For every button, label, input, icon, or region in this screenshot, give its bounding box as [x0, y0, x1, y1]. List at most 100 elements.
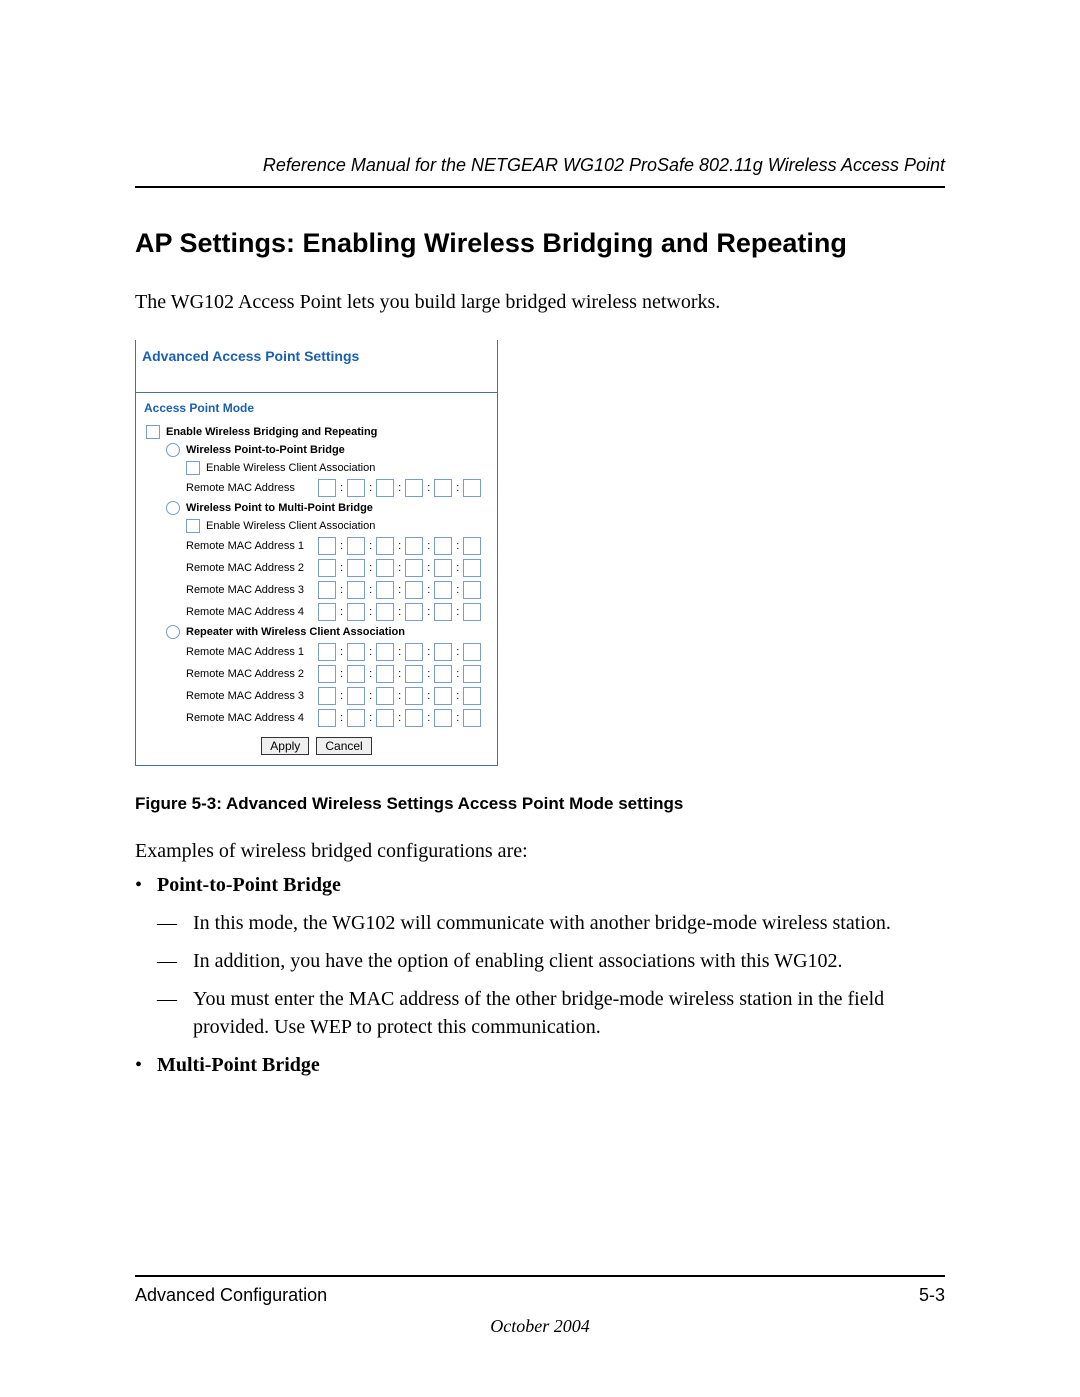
mac-label: Remote MAC Address 3: [186, 690, 314, 702]
mac-label: Remote MAC Address 4: [186, 712, 314, 724]
ptmp-enable-client-label: Enable Wireless Client Association: [206, 520, 375, 532]
mac-input[interactable]: [463, 537, 481, 555]
mac-input[interactable]: [463, 643, 481, 661]
mac-input[interactable]: [347, 643, 365, 661]
repeater-mac-row-2: Remote MAC Address 2 : : : : :: [144, 665, 489, 683]
ptp-enable-client-checkbox[interactable]: [186, 461, 200, 475]
ptp-enable-client-label: Enable Wireless Client Association: [206, 462, 375, 474]
section-intro: The WG102 Access Point lets you build la…: [135, 289, 945, 316]
bullet-ptp-heading: Point-to-Point Bridge: [157, 874, 341, 896]
mac-input[interactable]: [318, 603, 336, 621]
mac-input[interactable]: [463, 479, 481, 497]
ptmp-mac-row-4: Remote MAC Address 4 : : : : :: [144, 603, 489, 621]
section-heading: AP Settings: Enabling Wireless Bridging …: [135, 228, 945, 259]
mac-input[interactable]: [347, 479, 365, 497]
mac-input[interactable]: [347, 665, 365, 683]
mac-label: Remote MAC Address 2: [186, 562, 314, 574]
mac-input[interactable]: [434, 559, 452, 577]
ptp-mac-label: Remote MAC Address: [186, 482, 314, 494]
mac-input[interactable]: [376, 709, 394, 727]
mac-input[interactable]: [405, 559, 423, 577]
mac-input[interactable]: [434, 709, 452, 727]
mac-input[interactable]: [318, 479, 336, 497]
ptmp-enable-client-checkbox[interactable]: [186, 519, 200, 533]
page-header: Reference Manual for the NETGEAR WG102 P…: [135, 155, 945, 188]
mac-input[interactable]: [376, 581, 394, 599]
mac-input[interactable]: [463, 665, 481, 683]
bullet-mpb: Multi-Point Bridge: [157, 1051, 945, 1079]
mac-input[interactable]: [405, 665, 423, 683]
mac-input[interactable]: [463, 687, 481, 705]
mac-input[interactable]: [434, 581, 452, 599]
footer-left: Advanced Configuration: [135, 1285, 327, 1306]
enable-bridging-checkbox[interactable]: [146, 425, 160, 439]
mac-input[interactable]: [376, 479, 394, 497]
mac-input[interactable]: [434, 479, 452, 497]
mac-label: Remote MAC Address 2: [186, 668, 314, 680]
ptp-mac-row: Remote MAC Address : : : : :: [144, 479, 489, 497]
mac-input[interactable]: [318, 709, 336, 727]
mac-input[interactable]: [434, 643, 452, 661]
ap-mode-heading: Access Point Mode: [144, 401, 489, 415]
mac-input[interactable]: [434, 537, 452, 555]
ptp-item-2: In addition, you have the option of enab…: [193, 947, 945, 975]
mac-input[interactable]: [347, 687, 365, 705]
mac-input[interactable]: [376, 603, 394, 621]
mac-label: Remote MAC Address 1: [186, 646, 314, 658]
mac-input[interactable]: [463, 559, 481, 577]
mac-input[interactable]: [405, 643, 423, 661]
apply-button[interactable]: Apply: [261, 737, 309, 755]
mac-input[interactable]: [318, 643, 336, 661]
ptmp-radio[interactable]: [166, 501, 180, 515]
document-page: Reference Manual for the NETGEAR WG102 P…: [0, 0, 1080, 1397]
mac-input[interactable]: [405, 687, 423, 705]
mac-input[interactable]: [405, 479, 423, 497]
mac-input[interactable]: [434, 603, 452, 621]
enable-bridging-label: Enable Wireless Bridging and Repeating: [166, 426, 377, 438]
mac-input[interactable]: [463, 603, 481, 621]
mac-input[interactable]: [376, 537, 394, 555]
mac-input[interactable]: [347, 581, 365, 599]
ptmp-mac-row-1: Remote MAC Address 1 : : : : :: [144, 537, 489, 555]
repeater-mac-row-4: Remote MAC Address 4 : : : : :: [144, 709, 489, 727]
repeater-radio[interactable]: [166, 625, 180, 639]
mac-input[interactable]: [347, 559, 365, 577]
mac-input[interactable]: [434, 687, 452, 705]
bullet-ptp: Point-to-Point Bridge In this mode, the …: [157, 871, 945, 1041]
figure-caption: Figure 5-3: Advanced Wireless Settings A…: [135, 794, 945, 814]
mac-label: Remote MAC Address 4: [186, 606, 314, 618]
advanced-ap-settings-panel: Advanced Access Point Settings Access Po…: [135, 340, 498, 766]
ptp-radio[interactable]: [166, 443, 180, 457]
mac-input[interactable]: [347, 709, 365, 727]
examples-intro: Examples of wireless bridged configurati…: [135, 838, 945, 865]
mac-input[interactable]: [405, 581, 423, 599]
ptp-item-1: In this mode, the WG102 will communicate…: [193, 909, 945, 937]
mac-input[interactable]: [318, 665, 336, 683]
mac-input[interactable]: [318, 559, 336, 577]
mac-input[interactable]: [347, 537, 365, 555]
repeater-label: Repeater with Wireless Client Associatio…: [186, 626, 405, 638]
mac-input[interactable]: [347, 603, 365, 621]
mac-input[interactable]: [318, 581, 336, 599]
cancel-button[interactable]: Cancel: [316, 737, 371, 755]
mac-label: Remote MAC Address 1: [186, 540, 314, 552]
mac-input[interactable]: [376, 643, 394, 661]
bullet-mpb-heading: Multi-Point Bridge: [157, 1054, 320, 1076]
mac-input[interactable]: [434, 665, 452, 683]
repeater-mac-row-3: Remote MAC Address 3 : : : : :: [144, 687, 489, 705]
repeater-mac-row-1: Remote MAC Address 1 : : : : :: [144, 643, 489, 661]
mac-input[interactable]: [376, 665, 394, 683]
ptmp-mac-row-2: Remote MAC Address 2 : : : : :: [144, 559, 489, 577]
mac-input[interactable]: [405, 709, 423, 727]
ptp-item-3: You must enter the MAC address of the ot…: [193, 985, 945, 1041]
ptmp-label: Wireless Point to Multi-Point Bridge: [186, 502, 373, 514]
mac-input[interactable]: [318, 537, 336, 555]
mac-input[interactable]: [405, 537, 423, 555]
mac-input[interactable]: [318, 687, 336, 705]
mac-input[interactable]: [405, 603, 423, 621]
mac-input[interactable]: [376, 559, 394, 577]
mac-input[interactable]: [463, 581, 481, 599]
mac-input[interactable]: [463, 709, 481, 727]
mac-input[interactable]: [376, 687, 394, 705]
footer-date: October 2004: [135, 1316, 945, 1337]
